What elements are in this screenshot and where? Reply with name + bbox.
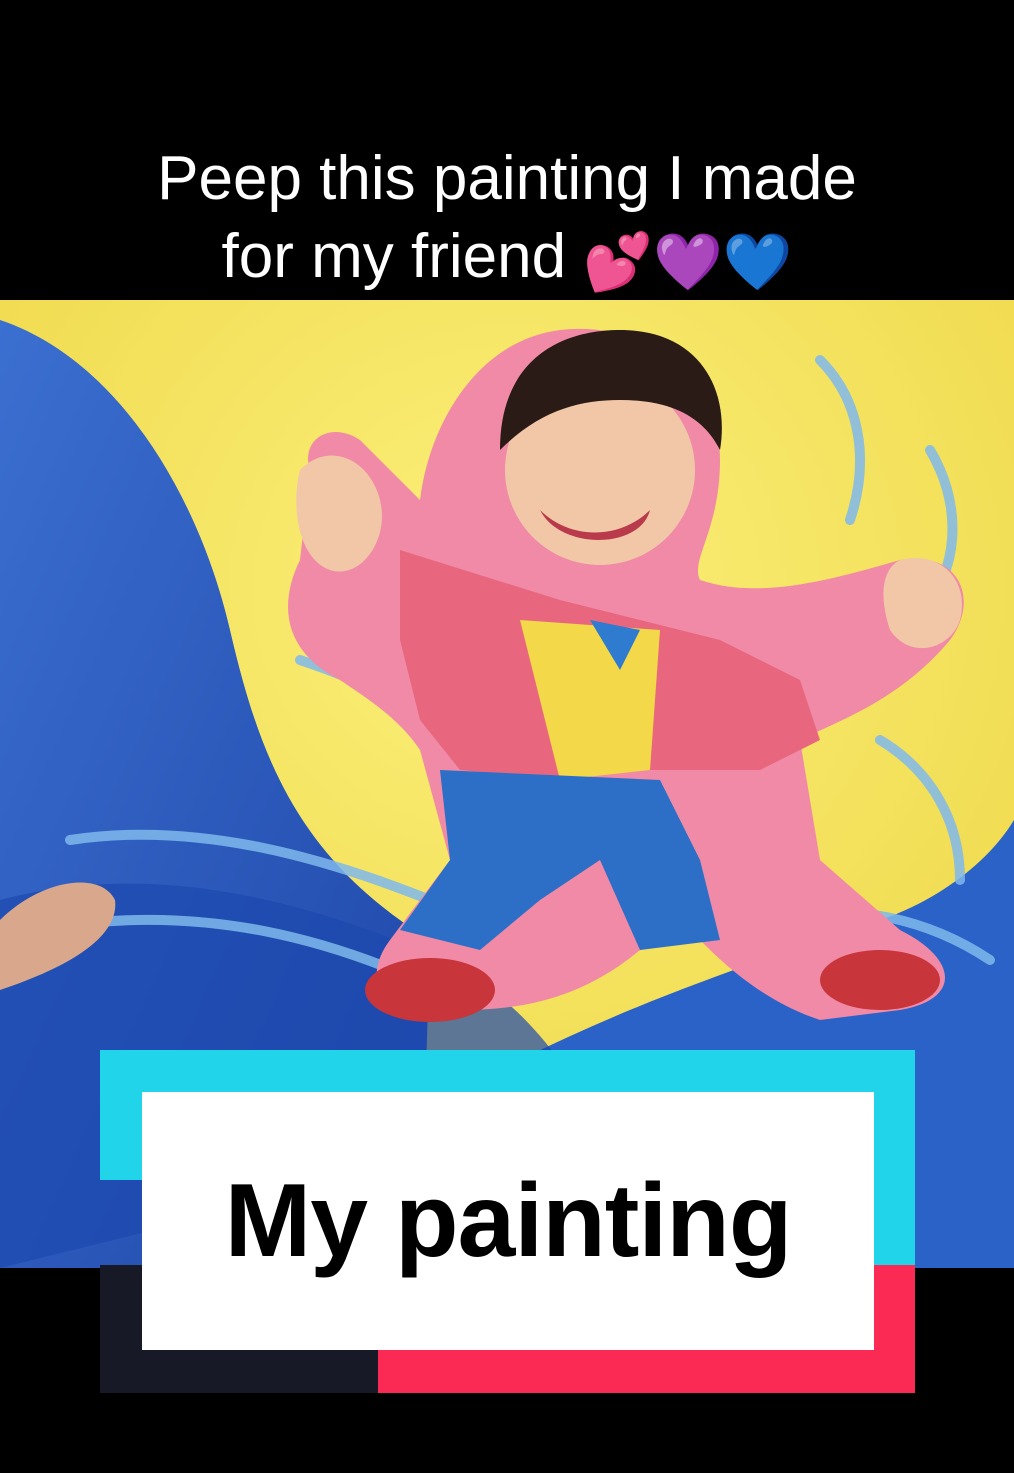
caption-line-2: for my friend 💕💜💙 bbox=[0, 218, 1014, 301]
hearts-emoji: 💕💜💙 bbox=[583, 230, 793, 293]
sticker-label: My painting bbox=[224, 1162, 793, 1279]
caption-line-1: Peep this painting I made bbox=[157, 144, 857, 213]
caption-line-2-text: for my friend bbox=[221, 222, 567, 291]
sticker-card[interactable]: My painting bbox=[142, 1092, 874, 1350]
video-caption: Peep this painting I made for my friend … bbox=[0, 140, 1014, 301]
